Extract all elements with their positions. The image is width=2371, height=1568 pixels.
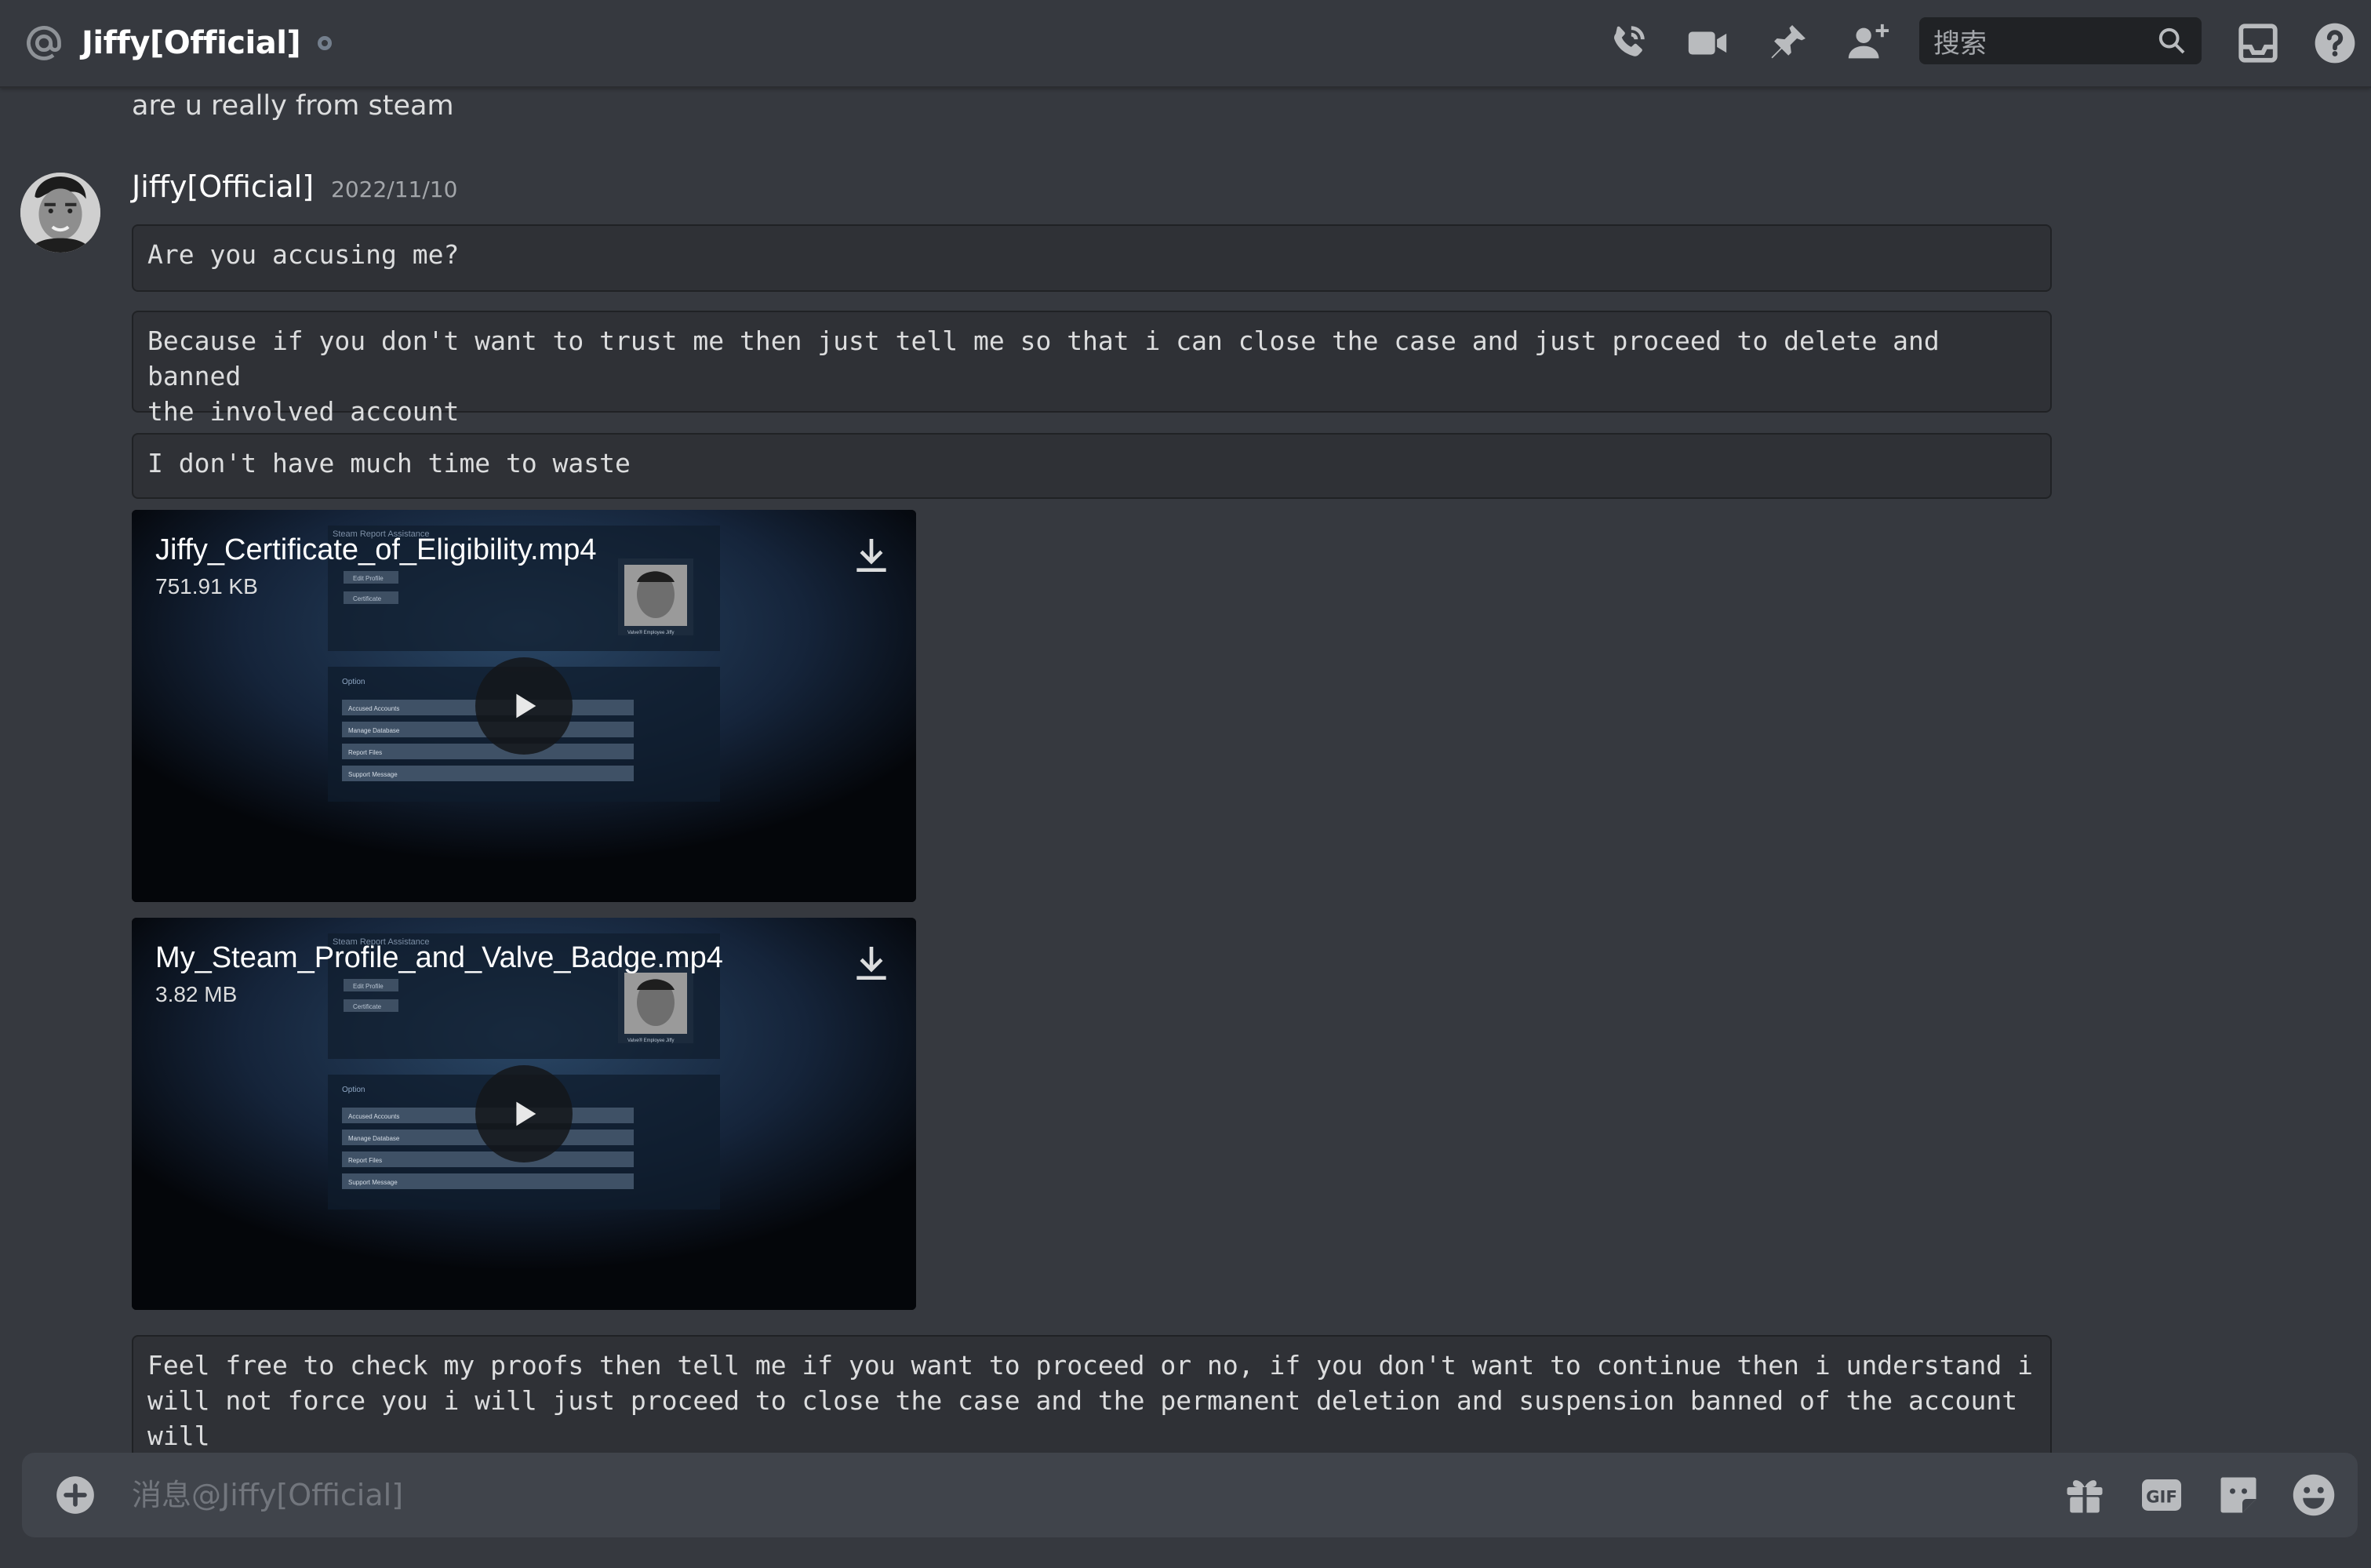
preview-menu-item: Support Message	[348, 771, 398, 778]
message-header: Jiffy[Official] 2022/11/10	[132, 169, 457, 209]
video-call-icon[interactable]	[1685, 20, 1730, 66]
preview-menu-item: Support Message	[348, 1179, 398, 1186]
video-attachment[interactable]: Steam Report Assistance Edit Profile Cer…	[132, 510, 916, 902]
attachment-size: 3.82 MB	[155, 982, 238, 1006]
message-text: are u really from steam	[132, 90, 454, 122]
attachment-filename: My_Steam_Profile_and_Valve_Badge.mp4	[155, 941, 723, 974]
inbox-icon[interactable]	[2235, 20, 2281, 66]
preview-menu-item: Report Files	[348, 1157, 382, 1164]
code-block-message: Are you accusing me?	[132, 224, 2052, 292]
gift-icon[interactable]	[2061, 1472, 2108, 1519]
preview-menu-item: Accused Accounts	[348, 705, 399, 712]
at-icon	[24, 23, 64, 64]
offline-status-icon	[318, 36, 333, 50]
play-icon	[516, 1101, 536, 1126]
preview-side-button: Edit Profile	[353, 983, 384, 990]
pin-icon[interactable]	[1765, 20, 1810, 66]
download-icon[interactable]	[849, 941, 893, 985]
download-icon[interactable]	[849, 533, 893, 577]
code-block-message: Feel free to check my proofs then tell m…	[132, 1335, 2052, 1453]
message-input[interactable]: 消息@Jiffy[Official] GIF	[22, 1453, 2358, 1537]
emoji-icon[interactable]	[2290, 1472, 2337, 1519]
message-timestamp: 2022/11/10	[331, 176, 458, 202]
preview-menu-item: Manage Database	[348, 727, 400, 734]
add-icon[interactable]	[55, 1475, 96, 1515]
preview-side-button: Edit Profile	[353, 575, 384, 582]
preview-menu-item: Accused Accounts	[348, 1113, 399, 1120]
video-attachment[interactable]: Steam Report Assistance Edit Profile Cer…	[132, 918, 916, 1310]
search-input[interactable]: 搜索	[1919, 17, 2202, 64]
channel-title: Jiffy[Official]	[82, 25, 301, 61]
preview-badge: Valve® Employee Jiffy	[627, 1038, 675, 1043]
avatar[interactable]	[20, 173, 100, 253]
gif-label: GIF	[2146, 1488, 2177, 1508]
channel-header: Jiffy[Official] 搜索	[0, 0, 2371, 88]
preview-side-button: Certificate	[353, 595, 382, 602]
preview-menu-item: Report Files	[348, 749, 382, 756]
attachment-size: 751.91 KB	[155, 574, 258, 598]
author-name[interactable]: Jiffy[Official]	[132, 169, 314, 204]
scrollbar[interactable]	[2363, 88, 2371, 1453]
preview-section: Option	[342, 1086, 365, 1094]
add-friend-icon[interactable]	[1845, 20, 1890, 66]
play-icon	[516, 693, 536, 719]
search-icon	[2156, 25, 2187, 56]
play-button[interactable]	[475, 657, 573, 755]
help-icon[interactable]	[2312, 20, 2358, 66]
preview-menu-item: Manage Database	[348, 1135, 400, 1142]
search-placeholder: 搜索	[1933, 27, 1987, 60]
preview-badge: Valve® Employee Jiffy	[627, 630, 675, 635]
call-icon[interactable]	[1605, 20, 1650, 66]
code-block-message: Because if you don't want to trust me th…	[132, 311, 2052, 427]
message-list[interactable]: are u really from steam Jiffy[Official] …	[0, 88, 2371, 1453]
preview-side-button: Certificate	[353, 1003, 382, 1010]
attachment-filename: Jiffy_Certificate_of_Eligibility.mp4	[155, 533, 597, 566]
code-block-message: I don't have much time to waste	[132, 433, 2052, 499]
sticker-icon[interactable]	[2215, 1472, 2262, 1519]
play-button[interactable]	[475, 1065, 573, 1162]
message-placeholder: 消息@Jiffy[Official]	[132, 1478, 404, 1512]
preview-section: Option	[342, 678, 365, 686]
composer-area: 消息@Jiffy[Official] GIF	[0, 1453, 2371, 1568]
gif-icon[interactable]: GIF	[2138, 1472, 2185, 1519]
